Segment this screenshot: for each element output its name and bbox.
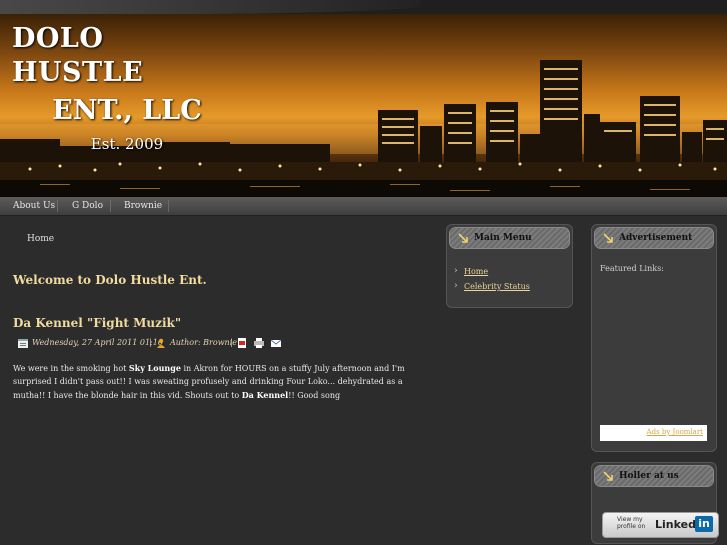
ads-by-link[interactable]: Ads by Joomlart — [647, 428, 703, 436]
linkedin-wordmark: Linked — [655, 518, 696, 531]
nav-item-g-dolo[interactable]: G Dolo — [72, 197, 103, 215]
holler-header: Holler at us — [594, 465, 714, 487]
chevron-right-icon: › — [454, 266, 458, 276]
article-text: !! Good song — [288, 390, 341, 400]
nav-divider — [57, 200, 58, 212]
main-menu-header: Main Menu — [449, 227, 570, 249]
article-date: Wednesday, 27 April 2011 01:16 — [32, 338, 163, 347]
badge-text: View my profile on — [617, 516, 645, 530]
site-name-line2: ENT., LLC — [52, 95, 202, 126]
article-body: We were in the smoking hot Sky Lounge in… — [13, 362, 418, 402]
linkedin-profile-badge[interactable]: View my profile on Linked in — [602, 512, 719, 538]
advertisement-title: Advertisement — [619, 233, 693, 243]
top-strip-highlight — [0, 0, 420, 14]
page-title: Welcome to Dolo Hustle Ent. — [13, 273, 207, 287]
chevron-right-icon: › — [454, 281, 458, 291]
nav-item-about-us[interactable]: About Us — [13, 197, 55, 215]
arrow-icon — [603, 471, 613, 481]
main-menu-title: Main Menu — [474, 233, 532, 243]
meta-separator: | — [149, 338, 152, 347]
breadcrumb[interactable]: Home — [27, 234, 54, 244]
article-title[interactable]: Da Kennel "Fight Muzik" — [13, 316, 181, 330]
header-banner: DOLO HUSTLE ENT., LLC Est. 2009 — [0, 14, 727, 198]
print-icon[interactable] — [254, 338, 264, 348]
site-logo[interactable]: DOLO HUSTLE ENT., LLC Est. 2009 — [12, 22, 242, 156]
site-name-line1: DOLO HUSTLE — [12, 23, 144, 88]
holler-title: Holler at us — [619, 471, 679, 481]
linkedin-in-icon: in — [695, 516, 713, 532]
menu-item-home[interactable]: Home — [464, 267, 488, 276]
email-icon[interactable] — [271, 338, 281, 348]
badge-line2: profile on — [617, 523, 646, 530]
ad-slot: Ads by Joomlart — [600, 425, 707, 441]
top-strip — [0, 0, 727, 14]
nav-divider — [110, 200, 111, 212]
artist-name: Da Kennel — [241, 389, 289, 400]
venue-name: Sky Lounge — [128, 363, 181, 373]
main-nav: About Us G Dolo Brownie — [0, 197, 727, 216]
arrow-icon — [603, 233, 613, 243]
established-year: Est. 2009 — [90, 135, 164, 153]
featured-links-label: Featured Links: — [600, 264, 664, 273]
arrow-icon — [458, 233, 468, 243]
article-author: Author: Brownie — [170, 338, 237, 347]
calendar-icon — [18, 339, 28, 348]
nav-item-brownie[interactable]: Brownie — [124, 197, 162, 215]
author-icon — [157, 338, 165, 348]
article-text: We were in the smoking hot — [13, 364, 129, 373]
pdf-icon[interactable] — [237, 338, 247, 348]
menu-item-celebrity-status[interactable]: Celebrity Status — [464, 282, 530, 291]
badge-line1: View my — [617, 516, 643, 523]
main-menu-panel: Main Menu › Home › Celebrity Status — [446, 224, 573, 308]
advertisement-panel: Advertisement Featured Links: Ads by Joo… — [591, 224, 717, 452]
nav-divider — [168, 200, 169, 212]
meta-separator: | — [230, 338, 233, 347]
advertisement-header: Advertisement — [594, 227, 714, 249]
